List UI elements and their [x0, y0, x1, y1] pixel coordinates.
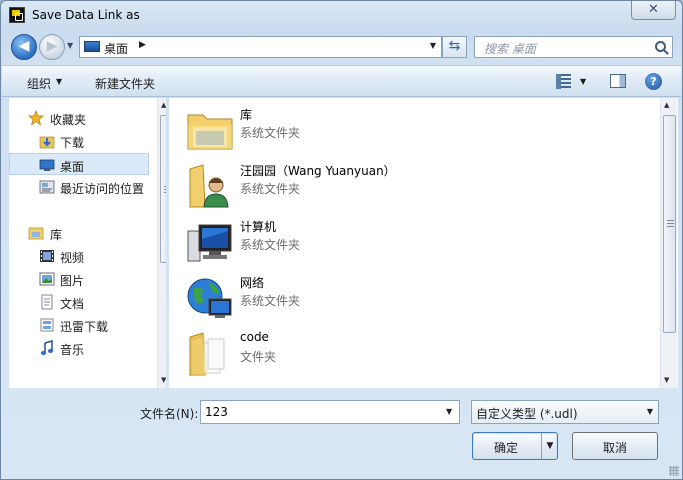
list-item[interactable]: code 文件夹: [185, 327, 625, 379]
breadcrumb-location[interactable]: 桌面: [104, 40, 128, 57]
computer-icon: [187, 224, 232, 262]
list-item[interactable]: 计算机 系统文件夹: [185, 215, 625, 267]
folder-icon: [189, 332, 225, 376]
nav-label: 迅雷下载: [60, 320, 109, 334]
pictures-icon: [39, 272, 55, 286]
nav-item-xunlei-downloads[interactable]: 迅雷下载: [9, 314, 149, 336]
address-dropdown-icon[interactable]: ▼: [430, 41, 436, 50]
organize-button[interactable]: 组织: [27, 75, 51, 92]
nav-item-downloads[interactable]: 下载: [9, 130, 149, 152]
back-button[interactable]: ◀: [11, 34, 37, 60]
search-input[interactable]: 搜索 桌面: [474, 36, 673, 58]
nav-item-music[interactable]: 音乐: [9, 337, 149, 359]
star-icon: [28, 110, 44, 126]
history-dropdown-icon[interactable]: ▼: [67, 41, 77, 51]
file-name: 汪园园（Wang Yuanyuan）: [240, 164, 396, 178]
documents-icon: [41, 294, 53, 310]
scroll-down-arrow-icon[interactable]: ▼: [161, 376, 166, 384]
scroll-up-arrow-icon[interactable]: ▲: [664, 101, 669, 109]
recent-places-icon: [39, 180, 55, 194]
file-scrollbar[interactable]: ▲ ▼: [660, 98, 677, 388]
file-name: code: [240, 330, 269, 344]
nav-label: 视频: [60, 251, 85, 265]
organize-dropdown-icon[interactable]: ▼: [56, 77, 62, 86]
network-icon: [187, 278, 232, 318]
library-folder-icon: [187, 114, 233, 150]
user-folder-icon: [189, 164, 229, 208]
nav-scroll-thumb[interactable]: [160, 115, 166, 263]
save-dialog: Save Data Link as ✕ ◀ ▶ ▼ 桌面 ▶ ▼ ⇆ 搜索 桌面…: [0, 0, 683, 480]
help-icon[interactable]: ?: [645, 73, 662, 90]
file-list: 库 系统文件夹 汪园园（Wang Yuanyuan） 系统文件夹 计算机 系统文…: [169, 98, 678, 388]
filetype-value: 自定义类型 (*.udl): [476, 407, 578, 421]
refresh-button[interactable]: ⇆: [442, 36, 467, 58]
preview-pane-icon[interactable]: [610, 74, 626, 88]
new-folder-button[interactable]: 新建文件夹: [95, 75, 155, 92]
list-item[interactable]: 库 系统文件夹: [185, 103, 625, 155]
nav-label: 库: [50, 228, 63, 242]
scroll-down-arrow-icon[interactable]: ▼: [664, 376, 669, 384]
nav-label: 文档: [60, 297, 85, 311]
nav-label: 最近访问的位置: [60, 182, 145, 196]
nav-item-pictures[interactable]: 图片: [9, 268, 149, 290]
file-name: 网络: [240, 276, 265, 290]
nav-label: 音乐: [60, 343, 85, 357]
music-icon: [41, 340, 53, 355]
nav-item-desktop[interactable]: 桌面: [9, 153, 149, 175]
nav-item-favorites[interactable]: 收藏夹: [9, 107, 149, 129]
scroll-up-arrow-icon[interactable]: ▲: [161, 101, 166, 109]
video-icon: [40, 250, 54, 262]
file-type: 系统文件夹: [240, 238, 301, 252]
file-type: 系统文件夹: [240, 126, 301, 140]
save-split-dropdown-icon[interactable]: ▼: [541, 433, 558, 459]
change-view-icon[interactable]: [556, 74, 571, 89]
filename-input[interactable]: [200, 400, 460, 424]
address-bar[interactable]: 桌面 ▶ ▼: [79, 36, 442, 58]
app-icon: [9, 7, 25, 23]
download-folder-icon: [39, 136, 55, 149]
cancel-button[interactable]: 取消: [572, 432, 658, 460]
list-item[interactable]: 汪园园（Wang Yuanyuan） 系统文件夹: [185, 159, 625, 211]
nav-label: 下载: [60, 136, 85, 150]
close-button[interactable]: ✕: [631, 1, 676, 20]
save-button[interactable]: 确定 ▼: [472, 432, 558, 460]
filename-dropdown-icon[interactable]: ▼: [446, 407, 452, 416]
file-type: 系统文件夹: [240, 294, 301, 308]
file-type: 系统文件夹: [240, 182, 301, 196]
search-icon[interactable]: [655, 41, 666, 52]
nav-label: 图片: [60, 274, 85, 288]
title-bar[interactable]: Save Data Link as ✕: [1, 1, 682, 31]
library-icon: [28, 227, 44, 240]
file-type: 文件夹: [240, 350, 277, 364]
breadcrumb-chevron-icon[interactable]: ▶: [139, 40, 146, 50]
xunlei-download-icon: [40, 318, 54, 332]
command-toolbar: 组织 ▼ 新建文件夹 ▼ ?: [2, 65, 681, 97]
cancel-label: 取消: [603, 441, 628, 455]
desktop-icon: [39, 159, 55, 171]
nav-label: 桌面: [60, 160, 85, 174]
nav-label: 收藏夹: [50, 113, 87, 127]
filetype-select[interactable]: 自定义类型 (*.udl) ▼: [471, 400, 659, 424]
file-name: 计算机: [240, 220, 277, 234]
nav-item-libraries[interactable]: 库: [9, 222, 149, 244]
list-item[interactable]: 网络 系统文件夹: [185, 271, 625, 323]
file-scroll-thumb[interactable]: [663, 115, 676, 333]
nav-scrollbar[interactable]: ▲ ▼: [157, 98, 166, 388]
nav-item-videos[interactable]: 视频: [9, 245, 149, 267]
file-name: 库: [240, 108, 253, 122]
filetype-dropdown-icon[interactable]: ▼: [647, 407, 653, 416]
desktop-icon: [84, 41, 100, 52]
filename-label: 文件名(N):: [140, 407, 199, 421]
nav-item-documents[interactable]: 文档: [9, 291, 149, 313]
nav-item-recent-places[interactable]: 最近访问的位置: [9, 176, 149, 198]
forward-button[interactable]: ▶: [39, 34, 65, 60]
window-title: Save Data Link as: [32, 8, 140, 22]
search-placeholder: 搜索 桌面: [484, 42, 536, 56]
navigation-pane: 收藏夹 下载 桌面 最近访问的位置 库 视频 图片 文档 迅雷下载 音乐 ▲ ▼: [9, 98, 166, 388]
save-label: 确定: [494, 441, 519, 455]
view-dropdown-icon[interactable]: ▼: [580, 77, 586, 86]
resize-grip[interactable]: [669, 466, 679, 476]
